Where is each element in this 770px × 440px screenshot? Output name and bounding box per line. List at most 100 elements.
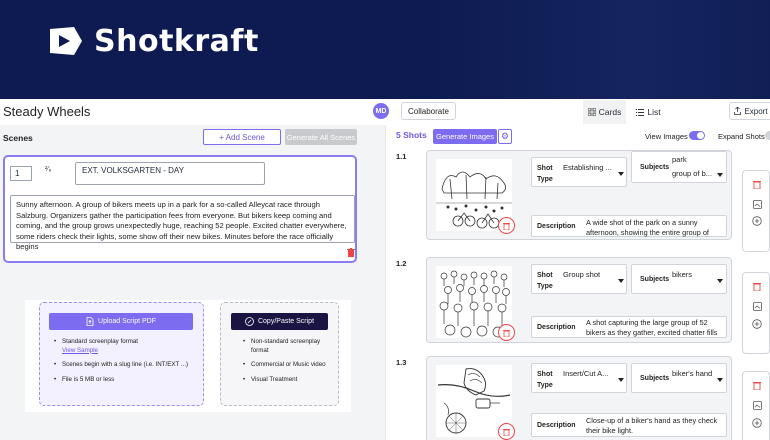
list-item: Commercial or Music video (243, 361, 338, 370)
view-images-toggle[interactable] (689, 131, 705, 140)
app: Steady Wheels MD Collaborate Cards List … (0, 99, 770, 440)
description-text: Close-up of a biker's hand as they check… (586, 416, 718, 435)
trash-icon (753, 180, 761, 189)
generate-images-button[interactable]: Generate Images (433, 129, 497, 144)
upload-script-button[interactable]: Upload Script PDF (49, 313, 193, 330)
brand-header: Shotkraft (0, 0, 770, 99)
subjects-field[interactable]: Subjects biker's hand (631, 363, 727, 393)
shot-type-value: Establishing ... (563, 163, 612, 172)
shot-card[interactable]: Shot Type Group shot Subjects bikers Des… (426, 257, 732, 343)
add-scene-button[interactable]: + Add Scene (203, 129, 281, 145)
copy-paste-script-button[interactable]: Copy/Paste Script (231, 313, 328, 330)
description-field[interactable]: Description Close-up of a biker's hand a… (531, 413, 727, 437)
list-item: Scenes begin with a slug line (i.e. INT/… (54, 361, 188, 370)
view-images-label: View Images (645, 132, 688, 141)
trash-icon[interactable] (347, 248, 355, 257)
shot-actions (742, 371, 770, 440)
list-view-button[interactable]: List (626, 100, 671, 124)
chevron-down-icon (717, 378, 723, 382)
description-text: A shot capturing the large group of 52 b… (586, 318, 718, 338)
add-shot-button[interactable] (751, 318, 763, 330)
avatar[interactable]: MD (373, 103, 389, 119)
project-title: Steady Wheels (3, 104, 91, 119)
subjects-field[interactable]: Subjects park group of b... (631, 151, 727, 183)
scene-number-input[interactable]: 1 (10, 166, 32, 181)
shot-number: 1.1 (396, 152, 407, 161)
subjects-field[interactable]: Subjects bikers (631, 264, 727, 294)
generate-all-scenes-button[interactable]: Generate All Scenes (285, 129, 357, 145)
script-import-area: Upload Script PDF Standard screenplay fo… (25, 300, 351, 412)
delete-image-button[interactable] (498, 217, 515, 234)
upload-file-icon (86, 317, 94, 326)
list-icon (636, 108, 645, 116)
description-text: A wide shot of the park on a sunny after… (586, 218, 709, 237)
description-field[interactable]: Description A wide shot of the park on a… (531, 215, 727, 237)
plus-circle-icon (752, 418, 762, 428)
view-toggle: Cards List (583, 100, 671, 124)
subject-value: biker's hand (672, 369, 713, 378)
chevron-down-icon (618, 279, 624, 283)
expand-shots-toggle[interactable] (765, 131, 770, 140)
subject-value: group of b... (672, 169, 713, 178)
delete-shot-button[interactable] (751, 280, 763, 292)
subjects-label: Subjects (640, 276, 670, 283)
image-options-button[interactable] (751, 399, 763, 411)
delete-shot-button[interactable] (751, 379, 763, 391)
shot-actions (742, 170, 770, 252)
paste-icon (245, 317, 254, 326)
scene-body-textarea[interactable]: Sunny afternoon. A group of bikers meets… (10, 195, 355, 251)
upload-script-box[interactable]: Upload Script PDF Standard screenplay fo… (39, 302, 204, 406)
list-item-text: Standard screenplay format (62, 338, 139, 345)
subjects-label: Subjects (640, 164, 670, 171)
shot-type-field[interactable]: Shot Type Insert/Cut A... (531, 363, 627, 393)
list-item: Standard screenplay format View Sample (54, 338, 188, 355)
scene-card[interactable]: 1 ²⁄₈ EXT. VOLKSGARTEN - DAY Sunny after… (3, 155, 357, 263)
image-icon (752, 301, 762, 311)
export-label: Export (744, 106, 768, 116)
scene-slug-input[interactable]: EXT. VOLKSGARTEN - DAY (75, 162, 265, 185)
shot-type-label: Shot Type (537, 165, 553, 183)
image-options-button[interactable] (751, 198, 763, 210)
shot-number: 1.2 (396, 259, 407, 268)
shot-type-field[interactable]: Shot Type Group shot (531, 264, 627, 294)
description-label: Description (537, 324, 576, 331)
plus-circle-icon (752, 216, 762, 226)
description-field[interactable]: Description A shot capturing the large g… (531, 316, 727, 338)
image-options-button[interactable] (751, 300, 763, 312)
add-shot-button[interactable] (751, 417, 763, 429)
image-icon (752, 199, 762, 209)
cards-view-button[interactable]: Cards (583, 100, 626, 124)
image-icon (752, 400, 762, 410)
export-icon (734, 107, 742, 115)
shot-type-field[interactable]: Shot Type Establishing ... (531, 157, 627, 187)
export-button[interactable]: Export (729, 102, 770, 120)
trash-icon (503, 428, 510, 436)
shots-panel: 5 Shots Generate Images ⚙ View Images Ex… (385, 125, 770, 440)
shot-type-label: Shot Type (537, 272, 553, 290)
header-background (430, 0, 770, 99)
view-sample-link[interactable]: View Sample (62, 347, 188, 356)
shot-card[interactable]: Shot Type Establishing ... Subjects park… (426, 150, 732, 240)
topbar: Steady Wheels MD Collaborate Cards List … (0, 99, 770, 125)
plus-circle-icon (752, 319, 762, 329)
logo-icon (50, 27, 82, 55)
scenes-panel: Scenes + Add Scene Generate All Scenes 1… (0, 125, 385, 440)
delete-image-button[interactable] (498, 324, 515, 341)
chevron-down-icon (618, 172, 624, 176)
grid-icon (587, 108, 596, 116)
brand-name: Shotkraft (94, 23, 259, 59)
add-shot-button[interactable] (751, 215, 763, 227)
description-label: Description (537, 223, 576, 230)
delete-shot-button[interactable] (751, 178, 763, 190)
paste-script-box[interactable]: Copy/Paste Script Non-standard screenpla… (220, 302, 339, 406)
gear-icon[interactable]: ⚙ (498, 129, 512, 144)
list-item: Non-standard screenplay format (243, 338, 338, 355)
collaborate-button[interactable]: Collaborate (401, 102, 456, 120)
delete-image-button[interactable] (498, 423, 515, 440)
upload-requirements-list: Standard screenplay format View Sample S… (54, 338, 188, 390)
shot-card[interactable]: Shot Type Insert/Cut A... Subjects biker… (426, 356, 732, 440)
description-label: Description (537, 422, 576, 429)
subject-value: park (672, 155, 687, 164)
expand-shots-label: Expand Shots (718, 132, 765, 141)
shot-type-label: Shot Type (537, 371, 553, 389)
